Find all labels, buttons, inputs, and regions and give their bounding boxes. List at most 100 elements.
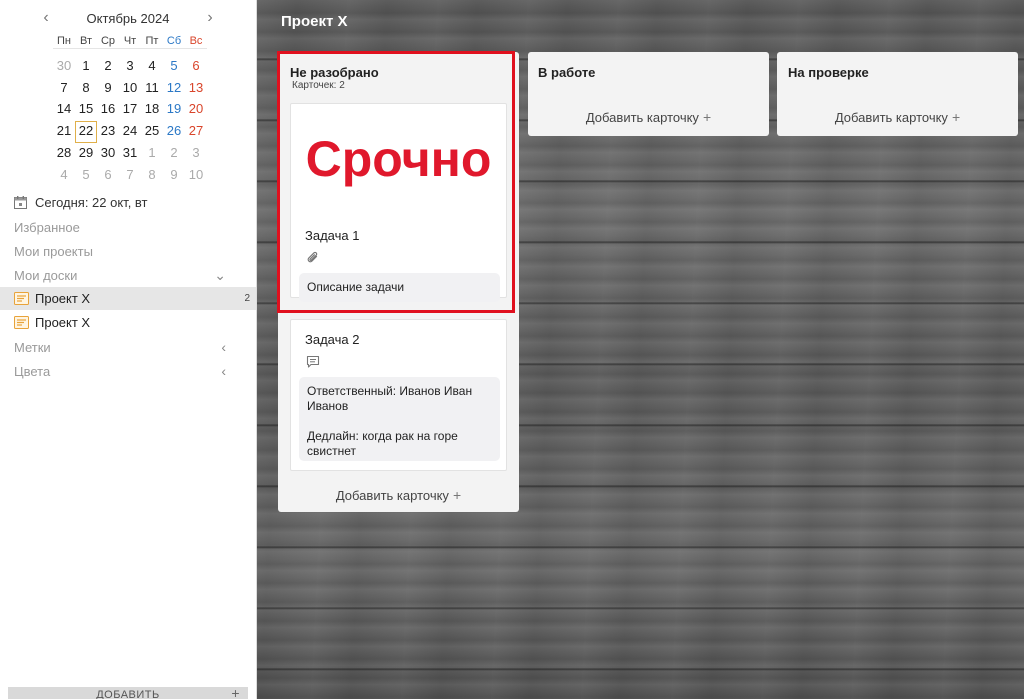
nav-my-boards[interactable]: Мои доски ⌄	[0, 263, 256, 287]
add-card-label: Добавить карточку	[335, 488, 449, 503]
sidebar-board-item[interactable]: Проект X 2	[0, 287, 256, 310]
calendar-day[interactable]: 7	[119, 165, 141, 187]
calendar-day[interactable]: 2	[97, 56, 119, 78]
calendar-day[interactable]: 9	[97, 78, 119, 100]
calendar-day[interactable]: 3	[185, 143, 207, 165]
chevron-left-icon[interactable]: ‹	[36, 8, 56, 28]
column-in-progress: В работе Добавить карточку +	[528, 52, 769, 136]
card-title: Задача 2	[305, 332, 360, 347]
weekday-label: Пт	[141, 34, 163, 49]
calendar-day[interactable]: 28	[53, 143, 75, 165]
calendar-day[interactable]: 24	[119, 121, 141, 143]
calendar-day[interactable]: 30	[53, 56, 75, 78]
calendar-day[interactable]: 26	[163, 121, 185, 143]
chevron-right-icon[interactable]: ›	[200, 8, 220, 28]
today-label: Сегодня: 22 окт, вт	[35, 195, 148, 210]
board-icon	[14, 292, 29, 305]
nav-colors[interactable]: Цвета ‹	[0, 359, 256, 383]
calendar-day[interactable]: 6	[97, 165, 119, 187]
column-title: На проверке	[788, 65, 869, 80]
calendar-day[interactable]: 18	[141, 99, 163, 121]
add-card-button[interactable]: Добавить карточку +	[777, 109, 1018, 125]
calendar-day[interactable]: 29	[75, 143, 97, 165]
calendar-day[interactable]: 10	[185, 165, 207, 187]
nav-favorites[interactable]: Избранное	[0, 215, 256, 239]
today-indicator[interactable]: Сегодня: 22 окт, вт	[14, 195, 148, 210]
card-cover-text: Срочно	[305, 131, 492, 187]
nav-my-projects[interactable]: Мои проекты	[0, 239, 256, 263]
calendar-day[interactable]: 2	[163, 143, 185, 165]
calendar-day[interactable]: 1	[141, 143, 163, 165]
sidebar-board-label: Проект X	[35, 315, 91, 330]
card[interactable]: Срочно Задача 1 Описание задачи	[290, 103, 507, 302]
weekday-label: Пн	[53, 34, 75, 49]
board-area: Проект X Не разобрано Карточек: 2 Срочно…	[257, 0, 1024, 699]
sidebar: ‹ Октябрь 2024 › Пн Вт Ср Чт Пт Сб Вс 30…	[0, 0, 257, 699]
plus-icon: +	[702, 109, 712, 125]
card-deadline: Дедлайн: когда рак на горе свистнет	[307, 429, 458, 458]
calendar-day[interactable]: 9	[163, 165, 185, 187]
calendar-day[interactable]: 1	[75, 56, 97, 78]
calendar-day[interactable]: 4	[53, 165, 75, 187]
card[interactable]: Задача 2 Ответственный: Иванов Иван Иван…	[290, 319, 507, 471]
add-button[interactable]: ДОБАВИТЬ +	[8, 685, 248, 699]
nav-my-boards-label: Мои доски	[14, 267, 78, 283]
add-card-button[interactable]: Добавить карточку +	[278, 487, 519, 503]
calendar-day[interactable]: 20	[185, 99, 207, 121]
calendar-day[interactable]: 10	[119, 78, 141, 100]
weekday-label: Ср	[97, 34, 119, 49]
calendar-day[interactable]: 16	[97, 99, 119, 121]
card-responsible: Ответственный: Иванов Иван Иванов	[307, 384, 473, 413]
calendar-day[interactable]: 15	[75, 99, 97, 121]
add-card-button[interactable]: Добавить карточку +	[528, 109, 769, 125]
board-title: Проект X	[281, 13, 348, 30]
sidebar-board-label: Проект X	[35, 291, 91, 306]
calendar-day[interactable]: 6	[185, 56, 207, 78]
weekday-label: Чт	[119, 34, 141, 49]
nav-colors-label: Цвета	[14, 363, 51, 379]
calendar-day[interactable]: 19	[163, 99, 185, 121]
calendar-day[interactable]: 4	[141, 56, 163, 78]
calendar-day[interactable]: 13	[185, 78, 207, 100]
calendar-day[interactable]: 8	[141, 165, 163, 187]
card-cover: Срочно	[291, 104, 506, 214]
weekday-label: Вт	[75, 34, 97, 49]
chevron-left-icon[interactable]: ‹	[221, 363, 226, 379]
card-description: Описание задачи	[299, 273, 500, 302]
calendar-day-today[interactable]: 22	[75, 121, 97, 143]
add-card-label: Добавить карточку	[834, 110, 948, 125]
calendar-day[interactable]: 23	[97, 121, 119, 143]
chevron-down-icon[interactable]: ⌄	[214, 267, 226, 284]
plus-icon: +	[231, 685, 240, 699]
calendar-icon	[14, 196, 27, 209]
nav-tags[interactable]: Метки ‹	[0, 335, 256, 359]
calendar-month-title: Октябрь 2024	[86, 10, 170, 26]
calendar-day[interactable]: 27	[185, 121, 207, 143]
calendar-day[interactable]: 3	[119, 56, 141, 78]
card-title: Задача 1	[305, 228, 360, 243]
calendar-day[interactable]: 5	[163, 56, 185, 78]
column-title: В работе	[538, 65, 596, 80]
weekday-label: Сб	[163, 34, 185, 49]
calendar-day[interactable]: 7	[53, 78, 75, 100]
calendar-day[interactable]: 8	[75, 78, 97, 100]
calendar-day[interactable]: 14	[53, 99, 75, 121]
calendar-day[interactable]: 5	[75, 165, 97, 187]
calendar-day[interactable]: 11	[141, 78, 163, 100]
board-icon	[14, 316, 29, 329]
calendar-day[interactable]: 12	[163, 78, 185, 100]
card-description: Ответственный: Иванов Иван Иванов Дедлай…	[299, 377, 500, 461]
column-title: Не разобрано	[290, 65, 379, 80]
calendar-grid: Пн Вт Ср Чт Пт Сб Вс 30 1 2 3 4 5 6 7 8 …	[53, 34, 207, 187]
plus-icon: +	[452, 487, 462, 503]
paperclip-icon	[307, 251, 318, 263]
calendar-day[interactable]: 17	[119, 99, 141, 121]
calendar-day[interactable]: 25	[141, 121, 163, 143]
column-review: На проверке Добавить карточку +	[777, 52, 1018, 136]
plus-icon: +	[951, 109, 961, 125]
sidebar-board-item[interactable]: Проект X	[0, 311, 256, 334]
calendar-day[interactable]: 31	[119, 143, 141, 165]
calendar-day[interactable]: 21	[53, 121, 75, 143]
calendar-day[interactable]: 30	[97, 143, 119, 165]
chevron-left-icon[interactable]: ‹	[221, 339, 226, 355]
